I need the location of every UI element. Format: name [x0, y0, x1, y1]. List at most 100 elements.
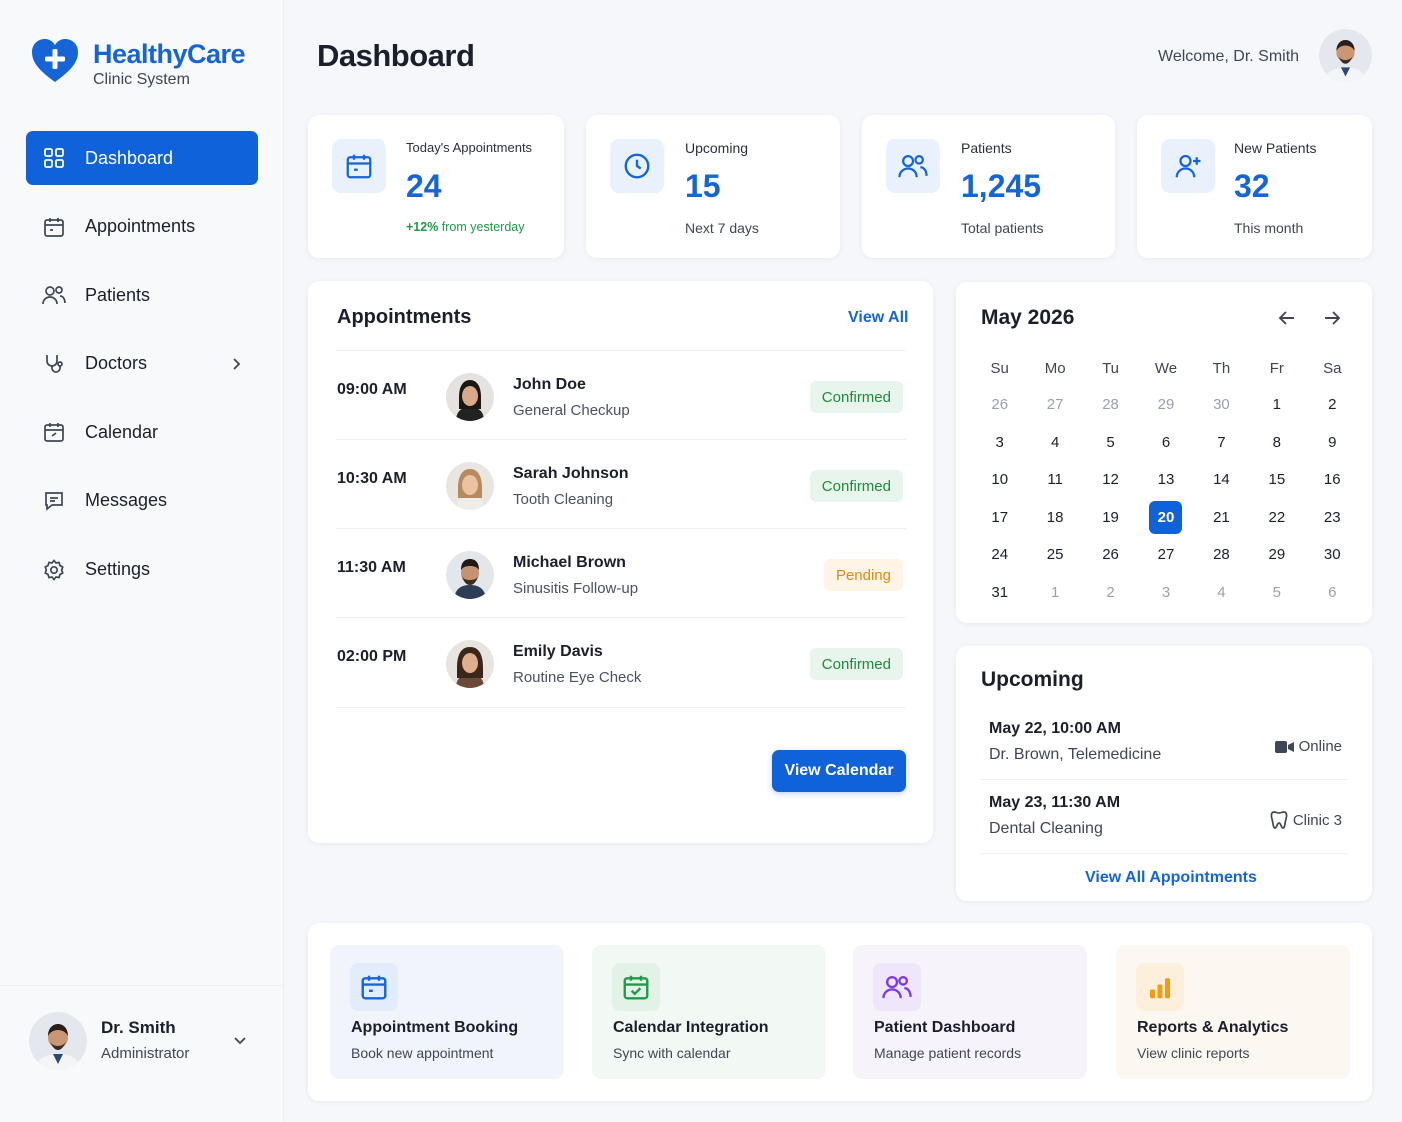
sidebar-item-doctors[interactable]: Doctors: [26, 337, 258, 391]
sidebar-item-calendar[interactable]: Calendar: [26, 405, 258, 459]
view-all-appointments-link[interactable]: View All Appointments: [1085, 869, 1257, 887]
tile-subtitle: Sync with calendar: [613, 1045, 731, 1061]
calendar-day[interactable]: 25: [1027, 536, 1082, 574]
calendar-day[interactable]: 26: [972, 386, 1027, 424]
appointment-desc: Tooth Cleaning: [513, 491, 614, 508]
stat-value: 1,245: [961, 168, 1042, 204]
calendar-day[interactable]: 5: [1083, 424, 1138, 462]
calendar-day[interactable]: 30: [1194, 386, 1249, 424]
calendar-day[interactable]: 6: [1305, 574, 1360, 612]
calendar-day[interactable]: 8: [1249, 424, 1304, 462]
calendar-day[interactable]: 29: [1138, 386, 1193, 424]
calendar-day[interactable]: 13: [1138, 461, 1193, 499]
sidebar-item-appointments[interactable]: Appointments: [26, 200, 258, 254]
calendar-day-selected[interactable]: 20: [1138, 499, 1193, 537]
tile-subtitle: Book new appointment: [351, 1045, 494, 1061]
calendar-day-number: 30: [1323, 546, 1341, 564]
avatar[interactable]: [1319, 29, 1372, 82]
arrow-left-icon[interactable]: [1275, 306, 1299, 330]
calendar-day[interactable]: 18: [1027, 499, 1082, 537]
calendar-day[interactable]: 1: [1027, 574, 1082, 612]
calendar-day[interactable]: 28: [1194, 536, 1249, 574]
tile-patient-dashboard[interactable]: Patient Dashboard Manage patient records: [853, 945, 1087, 1079]
chevron-down-icon[interactable]: [230, 1030, 250, 1050]
calendar-day[interactable]: 31: [972, 574, 1027, 612]
table-row[interactable]: 02:00 PM Emily Davis Routine Eye Check C…: [336, 617, 906, 708]
calendar-month-title: May 2026: [981, 306, 1075, 329]
calendar-day[interactable]: 23: [1305, 499, 1360, 537]
calendar-day[interactable]: 9: [1305, 424, 1360, 462]
list-item[interactable]: May 22, 10:00 AM Dr. Brown, Telemedicine…: [981, 720, 1347, 780]
gear-icon: [41, 557, 67, 583]
calendar-day[interactable]: 29: [1249, 536, 1304, 574]
table-row[interactable]: 10:30 AM Sarah Johnson Tooth Cleaning Co…: [336, 439, 906, 528]
calendar-day[interactable]: 5: [1249, 574, 1304, 612]
calendar-day-number: 26: [1102, 546, 1119, 564]
calendar-day[interactable]: 1: [1249, 386, 1304, 424]
calendar-day[interactable]: 12: [1083, 461, 1138, 499]
calendar-day[interactable]: 21: [1194, 499, 1249, 537]
brand-logo[interactable]: HealthyCare Clinic System: [30, 36, 246, 90]
calendar-day[interactable]: 4: [1027, 424, 1082, 462]
table-row[interactable]: 09:00 AM John Doe General Checkup Confir…: [336, 350, 906, 439]
calendar-day[interactable]: 3: [972, 424, 1027, 462]
calendar-weekday: Tu: [1102, 359, 1120, 377]
users-icon: [41, 282, 67, 308]
tile-appointment-booking[interactable]: Appointment Booking Book new appointment: [330, 945, 564, 1079]
calendar-day[interactable]: 6: [1138, 424, 1193, 462]
calendar-day[interactable]: 10: [972, 461, 1027, 499]
calendar-day-number: 23: [1323, 508, 1341, 526]
sidebar-item-settings[interactable]: Settings: [26, 543, 258, 597]
calendar-day[interactable]: 19: [1083, 499, 1138, 537]
view-all-link[interactable]: View All: [848, 309, 908, 327]
calendar-day[interactable]: 4: [1194, 574, 1249, 612]
user-profile[interactable]: Dr. Smith Administrator: [0, 985, 284, 1122]
status-badge: Confirmed: [809, 381, 903, 413]
calendar-day[interactable]: 24: [972, 536, 1027, 574]
view-calendar-button[interactable]: View Calendar: [772, 750, 906, 792]
arrow-right-icon[interactable]: [1320, 306, 1344, 330]
stat-value: 24: [406, 168, 442, 204]
calendar-day[interactable]: 14: [1194, 461, 1249, 499]
chevron-right-icon[interactable]: [226, 354, 246, 374]
tile-reports-analytics[interactable]: Reports & Analytics View clinic reports: [1116, 945, 1350, 1079]
calendar-day[interactable]: 16: [1305, 461, 1360, 499]
clock-icon: [610, 139, 664, 193]
list-item[interactable]: May 23, 11:30 AM Dental Cleaning Clinic …: [981, 794, 1347, 854]
calendar-day[interactable]: 27: [1027, 386, 1082, 424]
stat-card-patients[interactable]: Patients 1,245 Total patients: [862, 115, 1115, 258]
calendar-day[interactable]: 17: [972, 499, 1027, 537]
sidebar-item-messages[interactable]: Messages: [26, 474, 258, 528]
calendar-day[interactable]: 2: [1083, 574, 1138, 612]
sidebar-item-label: Appointments: [85, 216, 196, 237]
calendar-day[interactable]: 22: [1249, 499, 1304, 537]
calendar-day-number: 29: [1268, 546, 1286, 564]
tile-calendar-integration[interactable]: Calendar Integration Sync with calendar: [592, 945, 826, 1079]
calendar-day[interactable]: 27: [1138, 536, 1193, 574]
calendar-icon: [350, 963, 398, 1011]
sidebar-item-dashboard[interactable]: Dashboard: [26, 131, 258, 185]
table-row[interactable]: 11:30 AM Michael Brown Sinusitis Follow-…: [336, 528, 906, 617]
calendar-day[interactable]: 26: [1083, 536, 1138, 574]
sidebar-item-patients[interactable]: Patients: [26, 268, 258, 322]
stat-foot: Total patients: [961, 220, 1044, 236]
calendar-day[interactable]: 7: [1194, 424, 1249, 462]
upcoming-date: May 22, 10:00 AM: [989, 720, 1121, 737]
appointments-title: Appointments: [337, 306, 472, 328]
welcome-text: Welcome, Dr. Smith: [1158, 48, 1300, 65]
calendar-day-number: 9: [1328, 433, 1337, 451]
calendar-day[interactable]: 15: [1249, 461, 1304, 499]
calendar-day[interactable]: 11: [1027, 461, 1082, 499]
calendar-day[interactable]: 3: [1138, 574, 1193, 612]
calendar-day[interactable]: 28: [1083, 386, 1138, 424]
stat-card-upcoming[interactable]: Upcoming 15 Next 7 days: [586, 115, 840, 258]
appointment-desc: Routine Eye Check: [513, 669, 642, 686]
patient-name: Emily Davis: [513, 643, 603, 660]
stat-card-today[interactable]: Today's Appointments 24 +12% from yester…: [308, 115, 564, 258]
calendar-day-number: 21: [1213, 508, 1230, 526]
stat-value: 15: [685, 168, 721, 204]
calendar-day[interactable]: 2: [1305, 386, 1360, 424]
stat-card-new-patients[interactable]: New Patients 32 This month: [1137, 115, 1372, 258]
calendar-day-number: 3: [995, 433, 1004, 451]
calendar-day[interactable]: 30: [1305, 536, 1360, 574]
